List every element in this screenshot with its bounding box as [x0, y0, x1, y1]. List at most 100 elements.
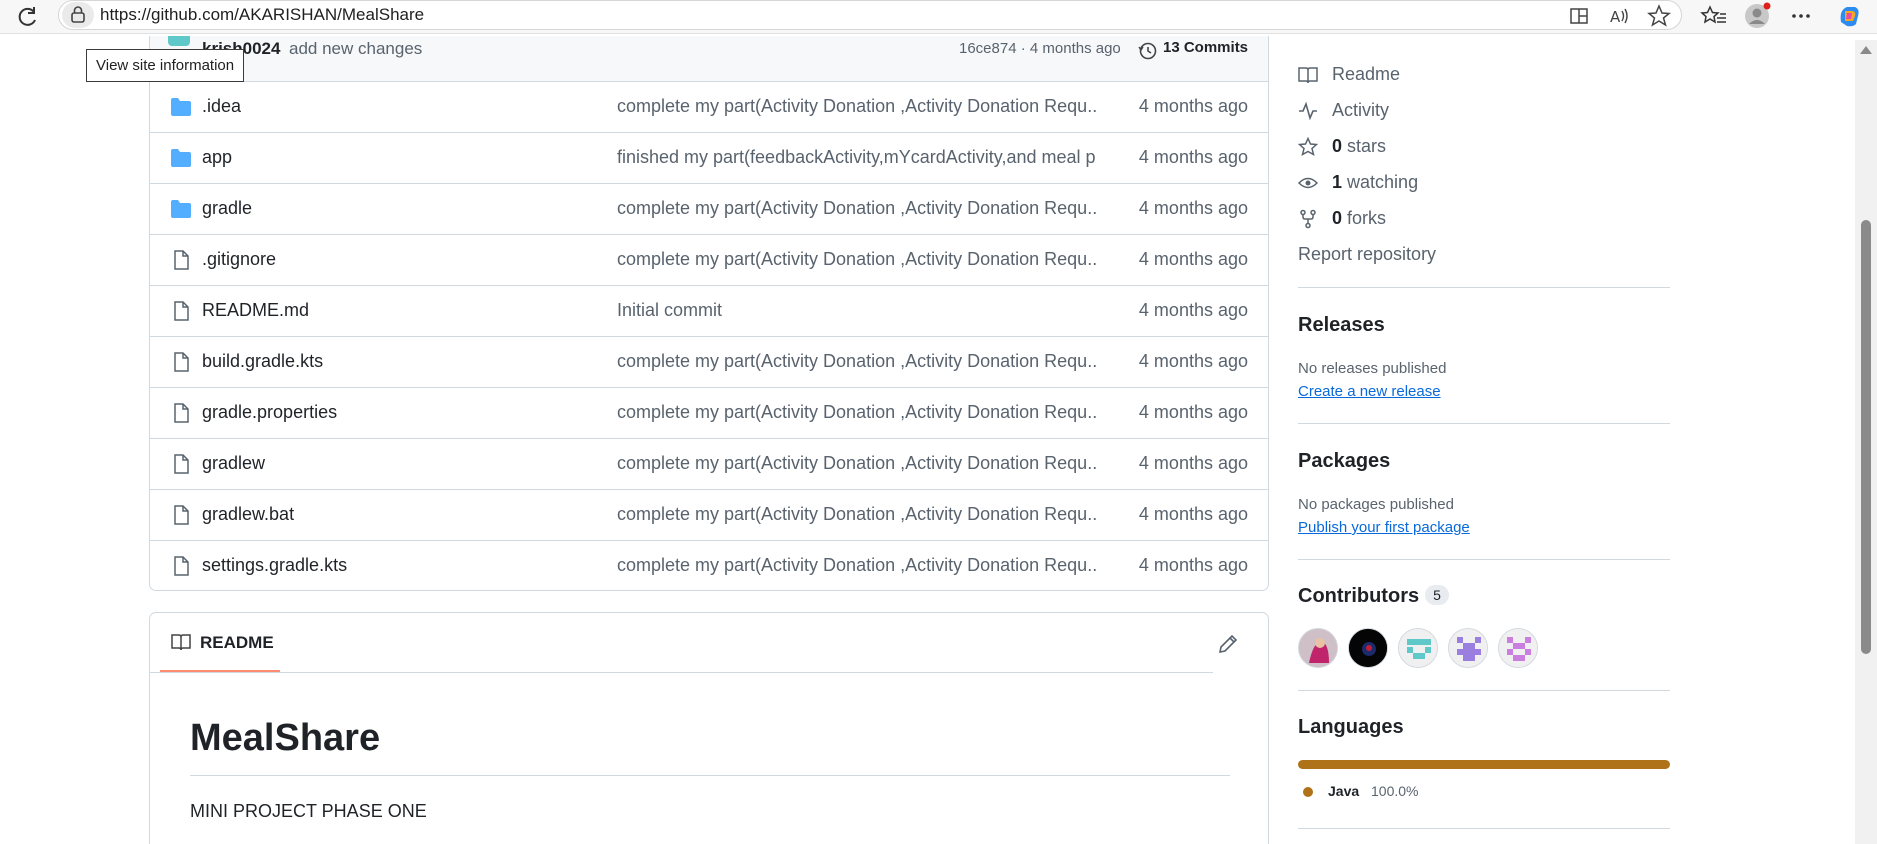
folder-icon: [171, 98, 191, 116]
contributors-heading[interactable]: Contributors 5: [1298, 585, 1449, 608]
file-commit-date[interactable]: 4 months ago: [1139, 249, 1248, 270]
contributor-avatar[interactable]: [1298, 628, 1338, 668]
contributor-avatar[interactable]: [1348, 628, 1388, 668]
browser-toolbar: https://github.com/AKARISHAN/MealShare A: [0, 0, 1877, 34]
file-commit-message[interactable]: complete my part(Activity Donation ,Acti…: [617, 96, 1097, 117]
file-row[interactable]: gradlew complete my part(Activity Donati…: [150, 439, 1268, 490]
forks-label: forks: [1347, 208, 1387, 228]
create-release-link[interactable]: Create a new release: [1298, 383, 1441, 400]
more-options-icon[interactable]: [1787, 2, 1815, 30]
file-commit-message[interactable]: complete my part(Activity Donation ,Acti…: [617, 198, 1097, 219]
file-commit-message[interactable]: Initial commit: [617, 300, 1097, 321]
languages-heading: Languages: [1298, 716, 1404, 738]
file-row[interactable]: app finished my part(feedbackActivity,mY…: [150, 133, 1268, 184]
sidebar-divider: [1298, 559, 1670, 560]
contributor-photo-icon: [1299, 629, 1337, 667]
file-row[interactable]: README.md Initial commit 4 months ago: [150, 286, 1268, 337]
page-scrollbar[interactable]: [1855, 40, 1877, 844]
file-commit-date[interactable]: 4 months ago: [1139, 504, 1248, 525]
file-name[interactable]: README.md: [202, 300, 309, 321]
file-name[interactable]: .gitignore: [202, 249, 276, 270]
file-commit-message[interactable]: finished my part(feedbackActivity,mYcard…: [617, 147, 1097, 168]
file-commit-date[interactable]: 4 months ago: [1139, 453, 1248, 474]
file-row[interactable]: .idea complete my part(Activity Donation…: [150, 82, 1268, 133]
file-commit-message[interactable]: complete my part(Activity Donation ,Acti…: [617, 249, 1097, 270]
file-commit-date[interactable]: 4 months ago: [1139, 402, 1248, 423]
file-commit-date[interactable]: 4 months ago: [1139, 198, 1248, 219]
language-bar: [1298, 760, 1670, 769]
split-screen-icon[interactable]: [1565, 2, 1593, 30]
file-icon: [174, 556, 189, 576]
folder-icon: [171, 149, 191, 167]
file-icon: [174, 505, 189, 525]
file-commit-date[interactable]: 4 months ago: [1139, 147, 1248, 168]
favorites-list-icon[interactable]: [1700, 2, 1728, 30]
pencil-icon[interactable]: [1215, 631, 1241, 657]
commit-message[interactable]: add new changes: [289, 39, 422, 59]
readme-tab-label: README: [200, 633, 274, 652]
file-row[interactable]: gradle.properties complete my part(Activ…: [150, 388, 1268, 439]
language-percent[interactable]: 100.0%: [1371, 783, 1418, 799]
reload-icon[interactable]: [14, 4, 42, 30]
readme-tab[interactable]: README: [160, 613, 280, 673]
identicon-icon: [1499, 629, 1537, 667]
file-commit-date[interactable]: 4 months ago: [1139, 351, 1248, 372]
report-repository-link[interactable]: Report repository: [1298, 244, 1436, 265]
file-commit-date[interactable]: 4 months ago: [1139, 300, 1248, 321]
read-aloud-icon[interactable]: A: [1605, 2, 1633, 30]
book-icon: [1298, 67, 1318, 84]
file-commit-message[interactable]: complete my part(Activity Donation ,Acti…: [617, 453, 1097, 474]
file-row[interactable]: build.gradle.kts complete my part(Activi…: [150, 337, 1268, 388]
contributor-avatar[interactable]: [1448, 628, 1488, 668]
folder-icon: [171, 200, 191, 218]
sidebar-divider: [1298, 828, 1670, 829]
file-name[interactable]: gradlew.bat: [202, 504, 294, 525]
pulse-icon: [1299, 101, 1317, 121]
file-row[interactable]: settings.gradle.kts complete my part(Act…: [150, 541, 1268, 590]
url-text[interactable]: https://github.com/AKARISHAN/MealShare: [100, 5, 424, 25]
releases-heading[interactable]: Releases: [1298, 314, 1385, 337]
commits-link[interactable]: 13 Commits: [1163, 39, 1248, 56]
language-name[interactable]: Java: [1328, 783, 1359, 799]
profile-avatar-icon[interactable]: [1743, 2, 1771, 30]
file-commit-message[interactable]: complete my part(Activity Donation ,Acti…: [617, 504, 1097, 525]
file-commit-date[interactable]: 4 months ago: [1139, 96, 1248, 117]
packages-heading[interactable]: Packages: [1298, 450, 1390, 473]
contributor-avatar[interactable]: [1498, 628, 1538, 668]
file-commit-message[interactable]: complete my part(Activity Donation ,Acti…: [617, 555, 1097, 576]
file-row[interactable]: gradle complete my part(Activity Donatio…: [150, 184, 1268, 235]
site-info-button[interactable]: [62, 2, 94, 28]
file-commit-message[interactable]: complete my part(Activity Donation ,Acti…: [617, 402, 1097, 423]
file-name[interactable]: gradle.properties: [202, 402, 337, 423]
file-commit-date[interactable]: 4 months ago: [1139, 555, 1248, 576]
readme-panel: README MealShare MINI PROJECT PHASE ONE: [149, 612, 1269, 844]
language-color-dot: [1303, 787, 1313, 797]
file-name[interactable]: app: [202, 147, 232, 168]
commit-hash-time[interactable]: 16ce874 · 4 months ago: [959, 40, 1121, 57]
stars-count: 0: [1332, 136, 1343, 156]
publish-package-link[interactable]: Publish your first package: [1298, 519, 1470, 536]
watching-label: watching: [1347, 172, 1419, 192]
file-row[interactable]: gradlew.bat complete my part(Activity Do…: [150, 490, 1268, 541]
file-name[interactable]: gradlew: [202, 453, 265, 474]
favorite-star-icon[interactable]: [1645, 2, 1673, 30]
forks-count: 0: [1332, 208, 1343, 228]
svg-text:A: A: [1610, 8, 1621, 26]
file-name[interactable]: settings.gradle.kts: [202, 555, 347, 576]
contributor-avatar[interactable]: [1398, 628, 1438, 668]
file-commit-message[interactable]: complete my part(Activity Donation ,Acti…: [617, 351, 1097, 372]
watching-count: 1: [1332, 172, 1343, 192]
file-name[interactable]: .idea: [202, 96, 241, 117]
file-icon: [174, 301, 189, 321]
readme-heading: MealShare: [190, 717, 381, 759]
scrollbar-thumb[interactable]: [1861, 220, 1871, 654]
book-icon: [171, 634, 191, 651]
readme-divider: [150, 672, 1213, 673]
identicon-icon: [1449, 629, 1487, 667]
copilot-icon[interactable]: [1835, 2, 1863, 30]
file-name[interactable]: gradle: [202, 198, 252, 219]
commit-author-avatar[interactable]: [168, 36, 190, 46]
scroll-up-arrow-icon[interactable]: [1860, 46, 1872, 54]
file-name[interactable]: build.gradle.kts: [202, 351, 323, 372]
file-row[interactable]: .gitignore complete my part(Activity Don…: [150, 235, 1268, 286]
